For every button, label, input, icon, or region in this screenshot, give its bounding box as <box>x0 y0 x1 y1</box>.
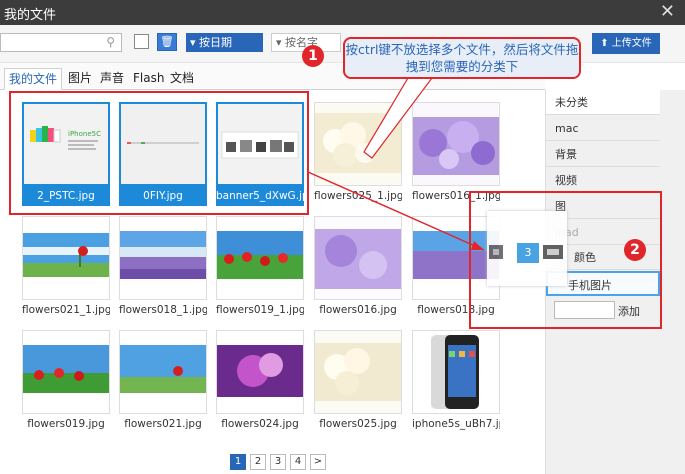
step-1-badge: 1 <box>302 45 324 67</box>
page-button[interactable]: 1 <box>230 454 246 470</box>
instruction-callout: 按ctrl键不放选择多个文件，然后将文件拖拽到您需要的分类下 <box>343 37 581 79</box>
page-button[interactable]: 3 <box>270 454 286 470</box>
next-page-button[interactable]: > <box>310 454 326 470</box>
page-button[interactable]: 2 <box>250 454 266 470</box>
step-2-badge: 2 <box>624 239 646 261</box>
page-button[interactable]: 4 <box>290 454 306 470</box>
